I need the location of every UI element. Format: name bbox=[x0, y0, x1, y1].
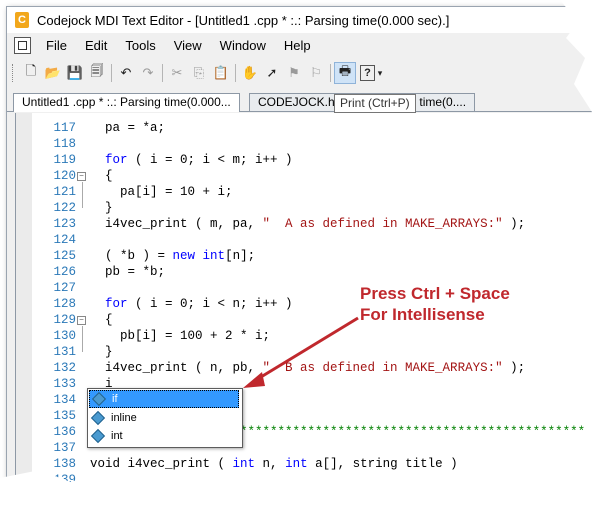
torn-edge-right bbox=[0, 0, 601, 505]
